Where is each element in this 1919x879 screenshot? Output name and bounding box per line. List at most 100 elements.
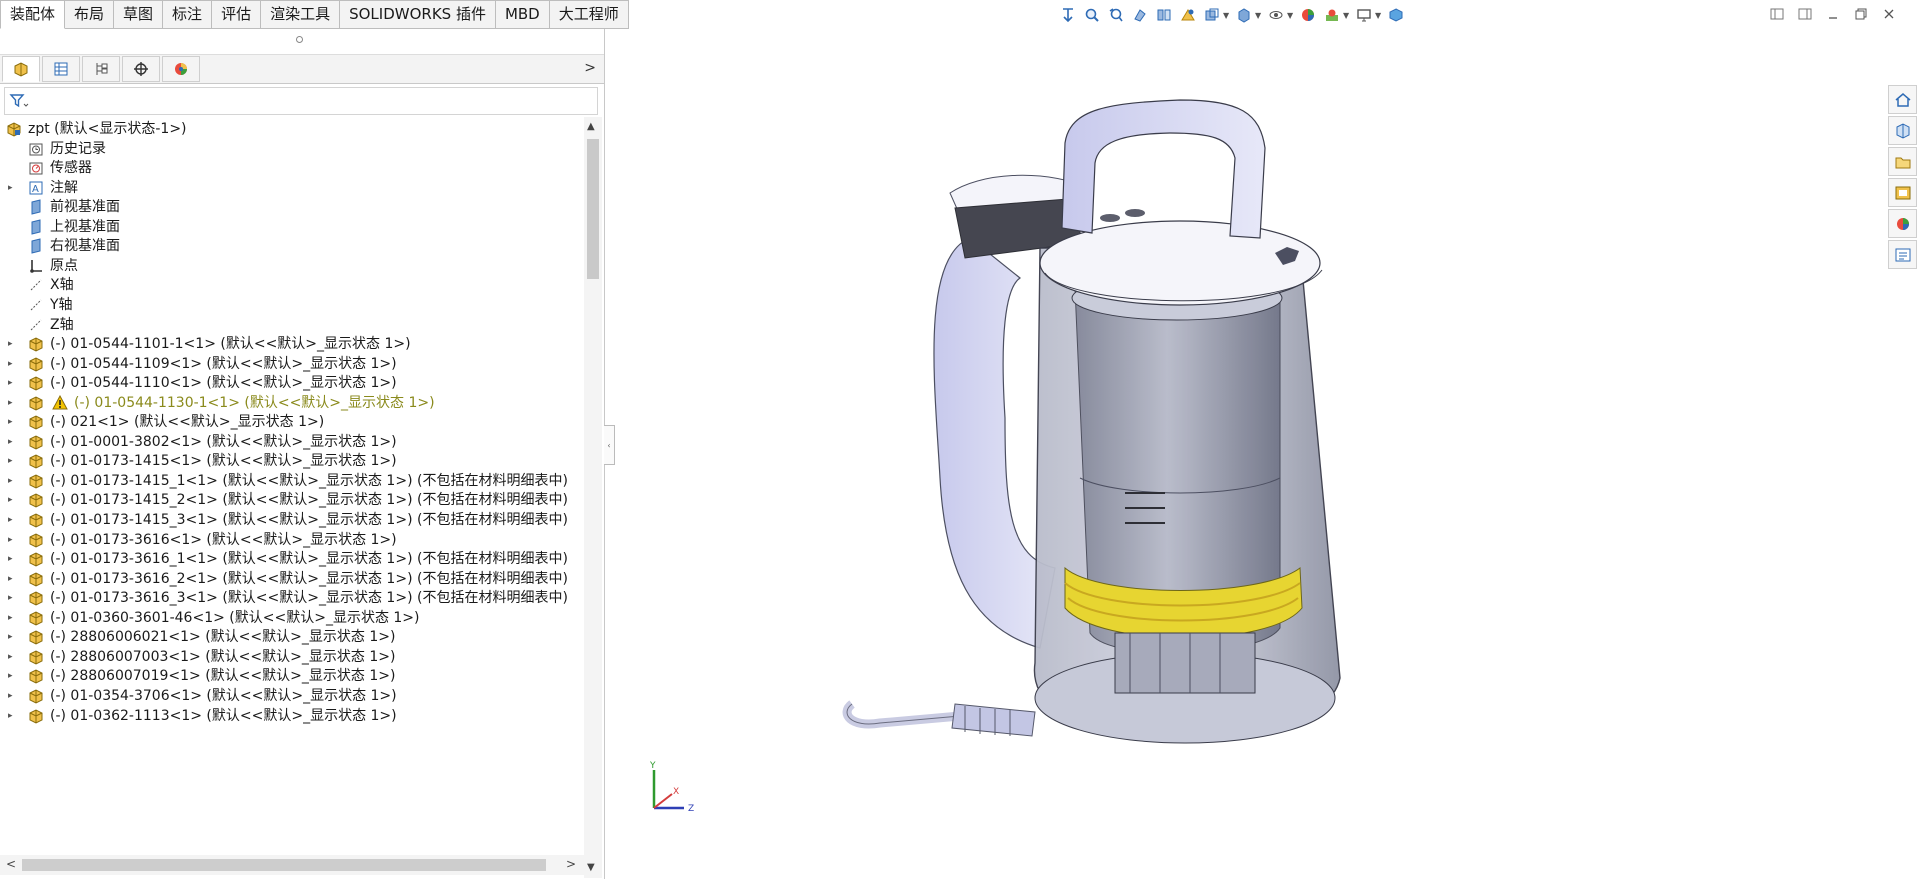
heads-up-view-toolbar: ▼ ▼ ▼ ▼ ▼: [1058, 4, 1406, 26]
tab-1[interactable]: 布局: [65, 0, 115, 29]
part-icon: [28, 414, 44, 430]
expand-arrow-icon[interactable]: ▸: [8, 176, 18, 200]
apply-scene-dropdown-icon[interactable]: ▼: [1343, 11, 1350, 20]
part-icon: [28, 708, 44, 724]
view-palette-icon[interactable]: [1888, 178, 1917, 207]
part-icon: [28, 629, 44, 645]
plane-icon: [28, 219, 44, 235]
part-icon: [28, 532, 44, 548]
axis-icon: [28, 277, 44, 293]
scroll-left-icon[interactable]: <: [6, 857, 16, 871]
triad-x-label: X: [673, 787, 679, 797]
display-manager-tab[interactable]: [162, 56, 200, 82]
part-icon: [28, 551, 44, 567]
home-icon[interactable]: [1888, 85, 1917, 114]
scroll-right-icon[interactable]: >: [566, 857, 576, 871]
command-manager-tabs: 装配体 布局 草图 标注 评估 渲染工具 SOLIDWORKS 插件 MBD 大工程师: [0, 0, 629, 29]
display-style-icon[interactable]: [1234, 5, 1254, 25]
property-manager-tab[interactable]: [42, 56, 80, 82]
apply-scene-icon[interactable]: [1322, 5, 1342, 25]
part-icon: [28, 492, 44, 508]
assembly-icon: [6, 121, 22, 137]
view-orientation-icon[interactable]: [1202, 5, 1222, 25]
feature-manager-tab[interactable]: [2, 56, 40, 82]
scroll-up-icon[interactable]: ▲: [587, 121, 595, 132]
horizontal-scroll-thumb[interactable]: [22, 859, 546, 871]
view-monitor-icon[interactable]: [1354, 5, 1374, 25]
tree-item-label: (-) 01-0362-1113<1> (默认<<默认>_显示状态 1>): [50, 707, 397, 724]
lid-with-handle: [1039, 99, 1323, 306]
tab-4[interactable]: 评估: [212, 0, 262, 29]
appearances-icon[interactable]: [1888, 209, 1917, 238]
tab-8[interactable]: 大工程师: [549, 0, 629, 29]
tab-7[interactable]: MBD: [495, 0, 550, 29]
triad-z-label: Z: [688, 804, 694, 814]
part-icon: [28, 571, 44, 587]
panel-more-arrow-icon[interactable]: >: [584, 60, 596, 76]
dimxpert-manager-tab[interactable]: [122, 56, 160, 82]
design-library-icon[interactable]: [1888, 116, 1917, 145]
tab-5[interactable]: 渲染工具: [261, 0, 341, 29]
restore-icon[interactable]: [1853, 6, 1869, 22]
part-icon: [28, 668, 44, 684]
feature-tree: zpt (默认<显示状态-1>) 历史记录 传感器 ▸ A 注解 前视基准面 上视基准面 右视…: [0, 117, 582, 878]
triad-y-label: Y: [649, 761, 656, 771]
dock-left-icon[interactable]: [1769, 6, 1785, 22]
filter-icon[interactable]: [9, 93, 29, 113]
tab-6[interactable]: SOLIDWORKS 插件: [340, 0, 496, 29]
sensor-icon: [28, 160, 44, 176]
expand-arrow-icon[interactable]: ▸: [8, 704, 18, 728]
warning-icon: [52, 394, 68, 411]
panel-splitter-handle[interactable]: ‹: [604, 425, 615, 465]
dock-right-icon[interactable]: [1797, 6, 1813, 22]
display-style-dropdown-icon[interactable]: ▼: [1255, 11, 1262, 20]
dynamic-annotation-icon[interactable]: [1154, 5, 1174, 25]
previous-view-icon[interactable]: [1106, 5, 1126, 25]
minimize-icon[interactable]: [1825, 6, 1841, 22]
tab-3[interactable]: 标注: [163, 0, 213, 29]
part-icon: [28, 375, 44, 391]
custom-properties-icon[interactable]: [1888, 240, 1917, 269]
part-icon: [28, 453, 44, 469]
file-explorer-icon[interactable]: [1888, 147, 1917, 176]
zoom-to-fit-icon[interactable]: [1058, 5, 1078, 25]
svg-text:A: A: [32, 184, 39, 195]
view-orientation-dropdown-icon[interactable]: ▼: [1223, 11, 1230, 20]
axis-icon: [28, 297, 44, 313]
tree-horizontal-scrollbar[interactable]: < >: [0, 855, 584, 875]
tab-0[interactable]: 装配体: [0, 0, 66, 29]
task-pane-tabs: [1888, 85, 1917, 269]
origin-icon: [28, 258, 44, 274]
part-icon: [28, 336, 44, 352]
part-icon: [28, 395, 44, 411]
configuration-manager-tab[interactable]: [82, 56, 120, 82]
vertical-scroll-thumb[interactable]: [587, 139, 599, 279]
tree-vertical-scrollbar[interactable]: ▲ ▼: [584, 117, 602, 878]
tab-2[interactable]: 草图: [114, 0, 164, 29]
edit-appearance-icon[interactable]: [1298, 5, 1318, 25]
feature-manager-panel: > zpt (默认<显示状态-1>) 历史记录 传感器 ▸ A 注解 前视基准面 上视基准面…: [0, 29, 605, 879]
part-icon: [28, 512, 44, 528]
part-icon: [28, 610, 44, 626]
section-view-icon[interactable]: [1130, 5, 1150, 25]
panel-collapse-handle[interactable]: [296, 36, 303, 43]
hide-show-items-icon[interactable]: [1266, 5, 1286, 25]
plane-icon: [28, 199, 44, 215]
3d-model-viewport[interactable]: [840, 88, 1440, 788]
coordinate-triad: Y X Z: [649, 761, 694, 814]
part-icon: [28, 356, 44, 372]
part-icon: [28, 649, 44, 665]
zoom-to-area-icon[interactable]: [1082, 5, 1102, 25]
part-icon: [28, 688, 44, 704]
power-cord: [842, 700, 1036, 737]
view-monitor-dropdown-icon[interactable]: ▼: [1375, 11, 1382, 20]
hide-show-dropdown-icon[interactable]: ▼: [1287, 11, 1294, 20]
3d-view-cube-icon[interactable]: [1386, 5, 1406, 25]
part-icon: [28, 590, 44, 606]
tree-filter-box[interactable]: [4, 87, 598, 115]
part-icon: [28, 434, 44, 450]
close-icon[interactable]: [1881, 6, 1897, 22]
scroll-down-icon[interactable]: ▼: [587, 862, 595, 873]
manager-tabs: [0, 54, 604, 84]
view-settings-icon[interactable]: [1178, 5, 1198, 25]
